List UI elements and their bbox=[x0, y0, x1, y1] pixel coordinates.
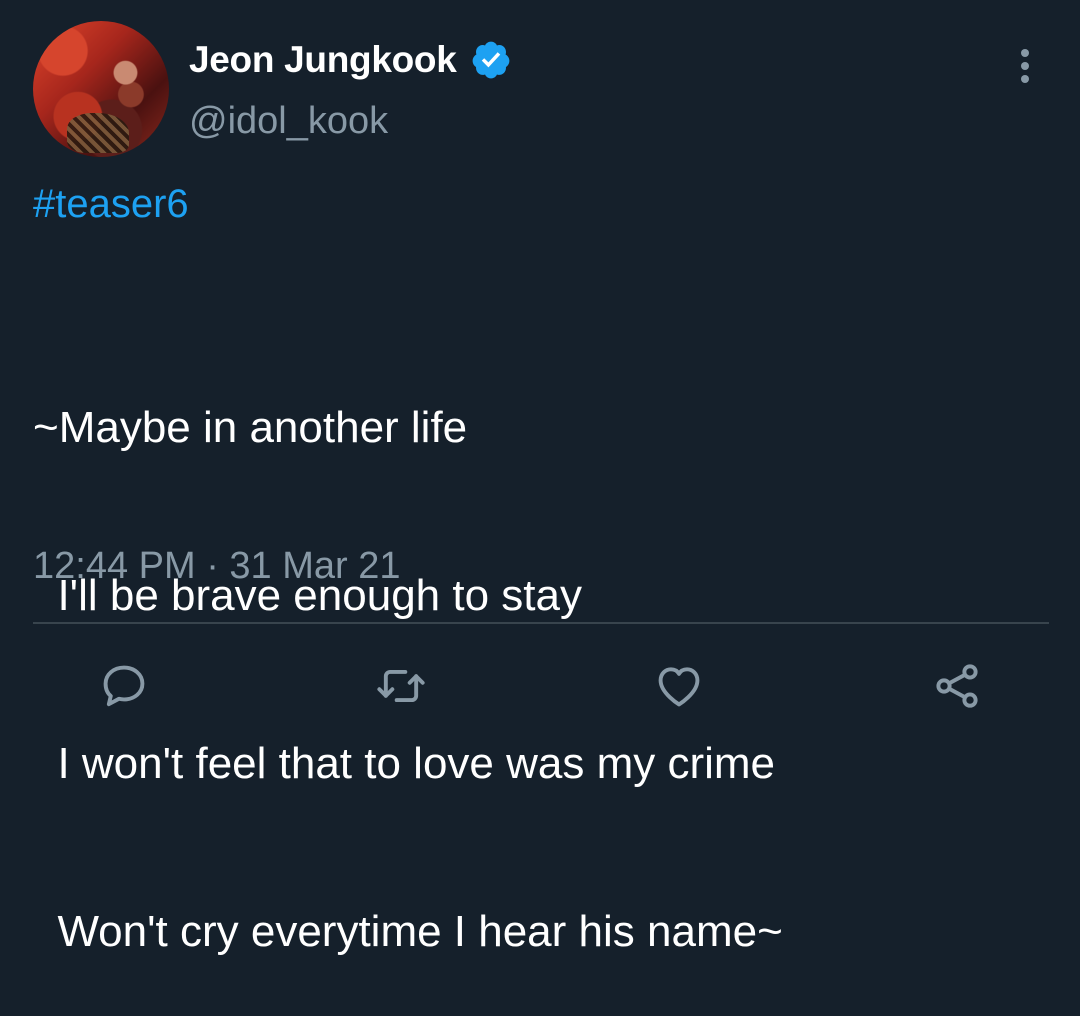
share-icon bbox=[936, 664, 978, 708]
verified-badge-icon bbox=[470, 39, 512, 81]
tweet-line: Won't cry everytime I hear his name~ bbox=[33, 907, 783, 956]
avatar[interactable] bbox=[33, 21, 169, 157]
tweet-line: ~Maybe in another life bbox=[33, 403, 468, 452]
reply-icon bbox=[103, 665, 145, 707]
like-icon bbox=[658, 667, 700, 707]
retweet-button[interactable] bbox=[373, 658, 429, 714]
divider bbox=[33, 622, 1049, 624]
user-handle[interactable]: @idol_kook bbox=[189, 100, 388, 143]
author-name-row: Jeon Jungkook bbox=[189, 36, 512, 84]
reply-button[interactable] bbox=[96, 658, 152, 714]
retweet-icon bbox=[377, 669, 425, 703]
tweet-timestamp[interactable]: 12:44 PM · 31 Mar 21 bbox=[33, 545, 401, 588]
like-button[interactable] bbox=[651, 658, 707, 714]
hashtag-link[interactable]: #teaser6 bbox=[33, 182, 189, 227]
display-name[interactable]: Jeon Jungkook bbox=[189, 39, 457, 81]
share-button[interactable] bbox=[929, 658, 985, 714]
tweet-body: ~Maybe in another life I'll be brave eno… bbox=[33, 288, 783, 1016]
tweet-line: I won't feel that to love was my crime bbox=[33, 739, 776, 788]
more-options-icon[interactable] bbox=[1014, 48, 1036, 84]
